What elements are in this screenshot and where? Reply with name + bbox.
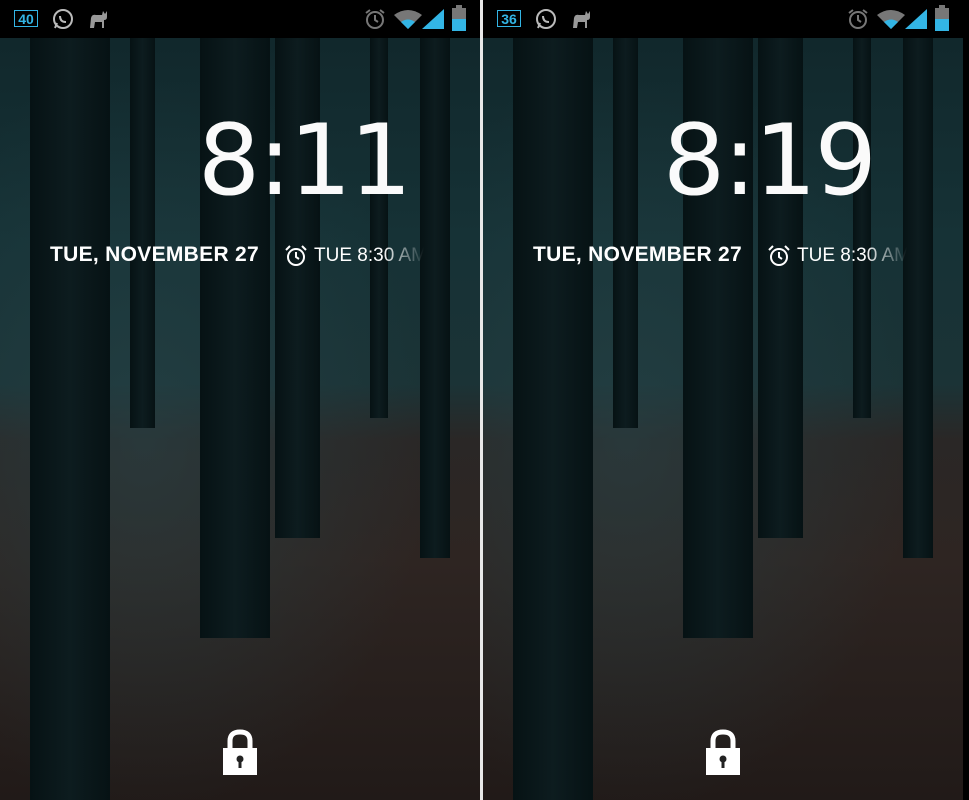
battery-icon <box>935 5 949 31</box>
unlock-lock-icon[interactable] <box>221 729 259 775</box>
lockscreen-clock: 8:11 <box>197 104 412 218</box>
lockscreen-right: 36 8:19 TUE, NOVEMBER 27 TUE 8:30 AM <box>483 0 963 800</box>
next-alarm-text: TUE 8:30 AM <box>314 245 424 266</box>
whatsapp-icon[interactable] <box>535 8 557 30</box>
whatsapp-icon[interactable] <box>52 8 74 30</box>
notification-count-icon[interactable]: 36 <box>497 10 521 27</box>
cat-icon[interactable] <box>569 8 593 30</box>
signal-icon <box>422 9 444 29</box>
status-bar: 40 <box>0 0 480 38</box>
signal-icon <box>905 9 927 29</box>
unlock-lock-icon[interactable] <box>704 729 742 775</box>
wifi-icon <box>877 9 905 29</box>
date-row: TUE, NOVEMBER 27 TUE 8:30 AM <box>533 243 963 271</box>
wifi-icon <box>394 9 422 29</box>
notification-count-icon[interactable]: 40 <box>14 10 38 27</box>
next-alarm: TUE 8:30 AM <box>284 244 424 268</box>
date-row: TUE, NOVEMBER 27 TUE 8:30 AM <box>50 243 480 271</box>
alarm-icon <box>363 8 387 30</box>
alarm-clock-icon <box>285 245 307 266</box>
lockscreen-left: 40 8:11 TUE, NOVEMBER 27 TUE 8:30 AM <box>0 0 480 800</box>
cat-icon[interactable] <box>86 8 110 30</box>
lockscreen-date: TUE, NOVEMBER 27 <box>533 243 743 266</box>
battery-icon <box>452 5 466 31</box>
next-alarm: TUE 8:30 AM <box>767 244 907 268</box>
status-bar: 36 <box>483 0 963 38</box>
lockscreen-date: TUE, NOVEMBER 27 <box>50 243 260 266</box>
lockscreen-clock: 8:19 <box>662 104 877 218</box>
alarm-icon <box>846 8 870 30</box>
alarm-clock-icon <box>768 245 790 266</box>
next-alarm-text: TUE 8:30 AM <box>797 245 907 266</box>
